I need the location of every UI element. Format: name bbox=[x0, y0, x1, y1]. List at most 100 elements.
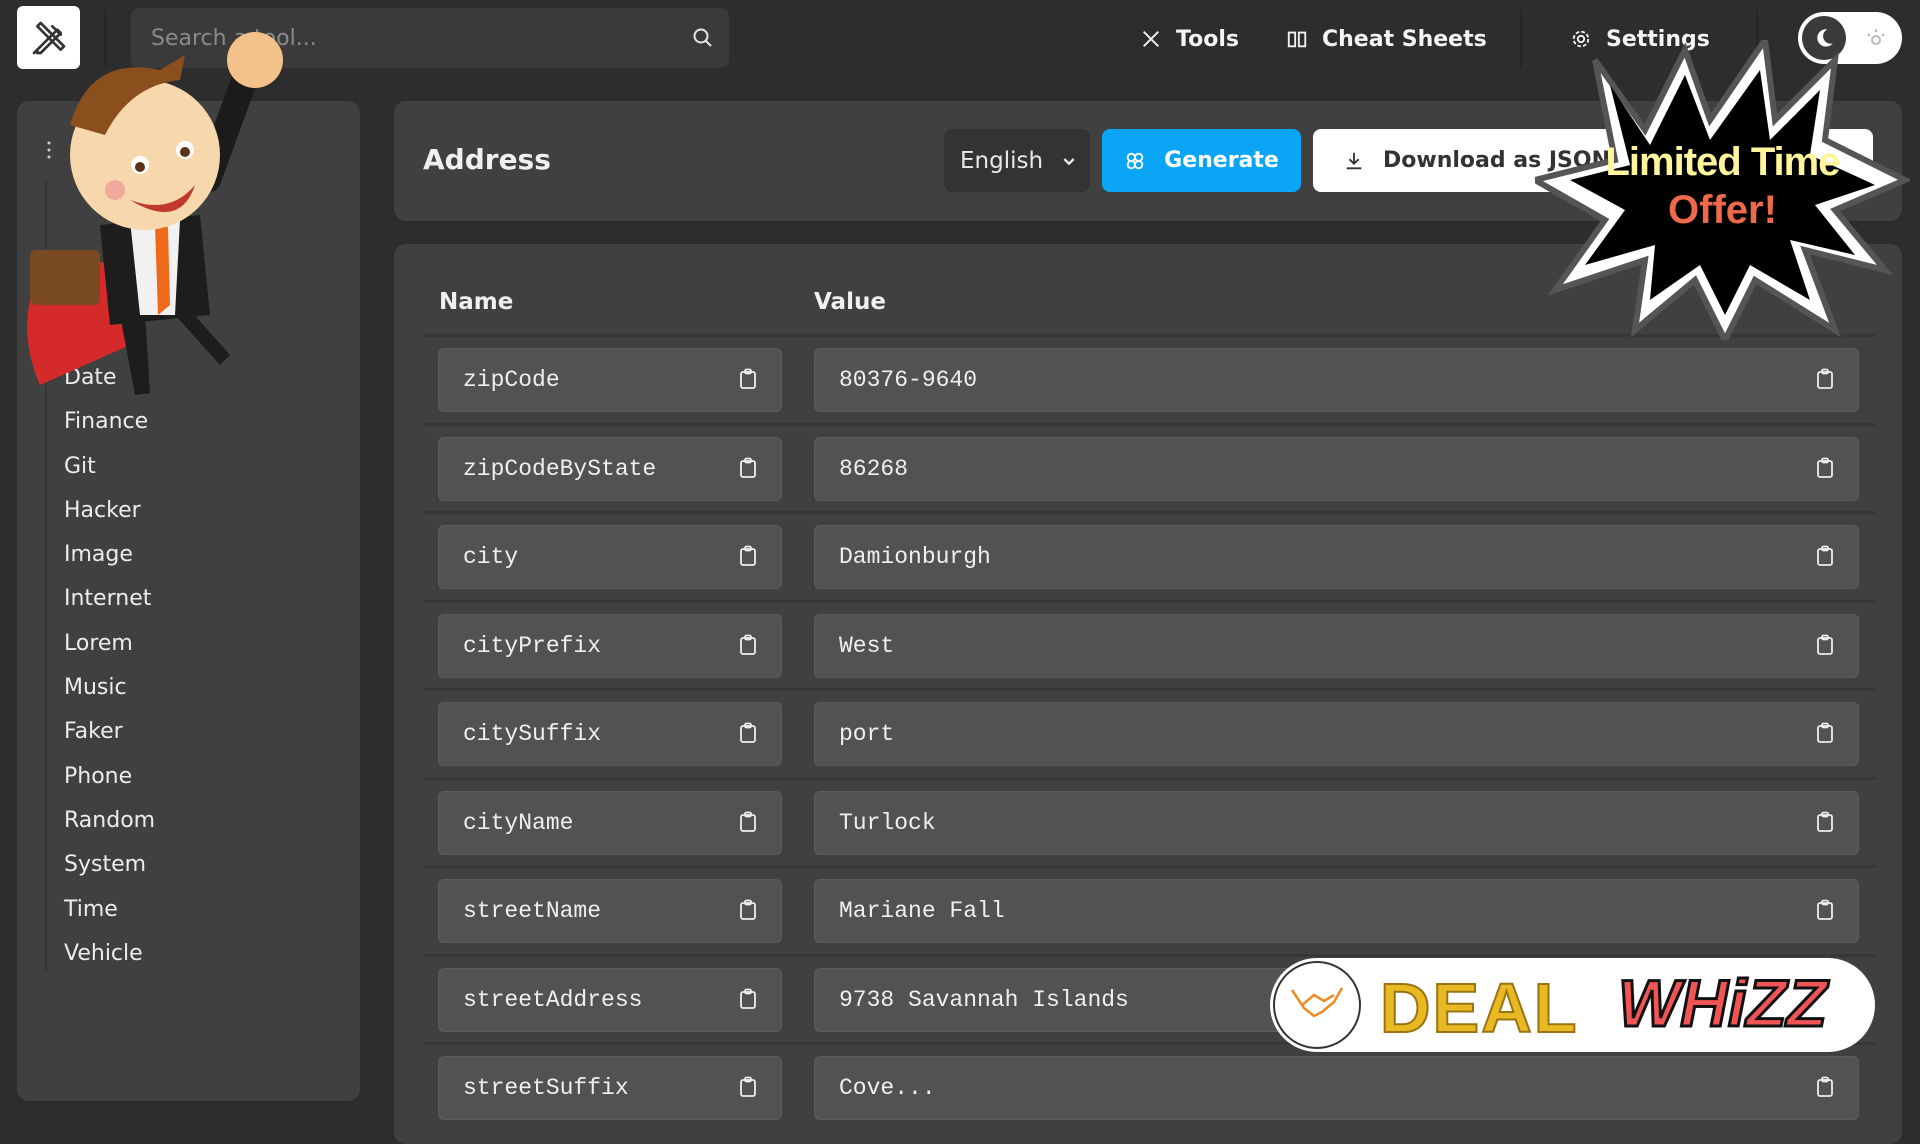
clipboard-icon bbox=[739, 545, 757, 574]
language-selected: English bbox=[960, 147, 1044, 174]
clipboard-icon bbox=[739, 811, 757, 840]
sidebar-item-time[interactable]: Time bbox=[64, 888, 155, 932]
sidebar-item-random[interactable]: Random bbox=[64, 799, 155, 843]
ad-superhero-mascot[interactable] bbox=[10, 15, 310, 415]
row-name-field[interactable]: citySuffix bbox=[438, 702, 782, 766]
generate-label: Generate bbox=[1164, 148, 1279, 173]
sidebar-item-faker[interactable]: Faker bbox=[64, 710, 155, 754]
row-name: citySuffix bbox=[463, 721, 602, 747]
ad-limited-time-offer[interactable]: Limited Time Offer! bbox=[1527, 31, 1913, 347]
copy-name-button[interactable] bbox=[739, 899, 757, 928]
sidebar-item-system[interactable]: System bbox=[64, 843, 155, 887]
ad-burst-line2: Offer! bbox=[1668, 188, 1777, 232]
copy-name-button[interactable] bbox=[739, 1076, 757, 1105]
clipboard-icon bbox=[739, 1076, 757, 1105]
clipboard-icon bbox=[739, 722, 757, 751]
copy-value-button[interactable] bbox=[1816, 368, 1834, 397]
language-select[interactable]: English bbox=[944, 129, 1090, 192]
row-value-field[interactable]: port bbox=[814, 702, 1859, 766]
row-value-field[interactable]: Mariane Fall bbox=[814, 879, 1859, 943]
ad-deal-word: DEAL bbox=[1379, 968, 1579, 1048]
row-name: cityName bbox=[463, 809, 574, 836]
row-value: 80376-9640 bbox=[839, 367, 978, 393]
row-name: city bbox=[463, 544, 519, 570]
row-name: cityPrefix bbox=[463, 632, 602, 659]
ad-burst-line1: Limited Time bbox=[1605, 140, 1841, 184]
row-value: Turlock bbox=[839, 809, 936, 836]
sidebar-item-git[interactable]: Git bbox=[64, 445, 155, 489]
copy-value-button[interactable] bbox=[1816, 722, 1834, 751]
copy-name-button[interactable] bbox=[739, 368, 757, 397]
nav-cheat-sheets-label: Cheat Sheets bbox=[1322, 26, 1487, 52]
clipboard-icon bbox=[1816, 722, 1834, 751]
search-icon[interactable] bbox=[691, 26, 715, 50]
clipboard-icon bbox=[1816, 368, 1834, 397]
divider bbox=[1520, 10, 1522, 68]
clipboard-icon bbox=[1816, 545, 1834, 574]
copy-value-button[interactable] bbox=[1816, 899, 1834, 928]
row-value-field[interactable]: 86268 bbox=[814, 436, 1859, 501]
row-value-field[interactable]: Damionburgh bbox=[814, 525, 1859, 589]
row-value-field[interactable]: 80376-9640 bbox=[814, 348, 1859, 412]
clipboard-icon bbox=[1816, 1076, 1834, 1105]
sidebar-item-hacker[interactable]: Hacker bbox=[64, 489, 155, 533]
row-value-field[interactable]: Turlock bbox=[814, 790, 1859, 855]
ad-handshake-badge bbox=[1273, 961, 1361, 1049]
copy-name-button[interactable] bbox=[739, 634, 757, 663]
row-name-field[interactable]: zipCodeByState bbox=[438, 436, 782, 501]
sidebar-item-phone[interactable]: Phone bbox=[64, 755, 155, 799]
generate-button[interactable]: Generate bbox=[1102, 129, 1301, 192]
handshake-icon bbox=[1290, 987, 1344, 1018]
clipboard-icon bbox=[739, 634, 757, 663]
row-value: 9738 Savannah Islands bbox=[839, 986, 1129, 1013]
row-value: port bbox=[839, 721, 895, 747]
ad-whizz-word: WHiZZ bbox=[1617, 965, 1829, 1042]
copy-value-button[interactable] bbox=[1816, 457, 1834, 486]
table-row: city Damionburgh bbox=[424, 511, 1876, 600]
nav-cheat-sheets[interactable]: Cheat Sheets bbox=[1286, 20, 1487, 58]
row-value: Damionburgh bbox=[839, 544, 991, 570]
row-name-field[interactable]: streetSuffix bbox=[438, 1056, 782, 1120]
copy-name-button[interactable] bbox=[739, 545, 757, 574]
copy-value-button[interactable] bbox=[1816, 634, 1834, 663]
row-value: West bbox=[839, 632, 895, 659]
row-name: streetAddress bbox=[463, 986, 643, 1013]
copy-name-button[interactable] bbox=[739, 988, 757, 1017]
sidebar-item-internet[interactable]: Internet bbox=[64, 577, 155, 621]
copy-value-button[interactable] bbox=[1816, 545, 1834, 574]
row-name-field[interactable]: city bbox=[438, 525, 782, 589]
table-row: citySuffix port bbox=[424, 688, 1876, 777]
row-name-field[interactable]: cityName bbox=[438, 790, 782, 855]
sidebar-item-image[interactable]: Image bbox=[64, 533, 155, 577]
row-name-field[interactable]: streetAddress bbox=[438, 967, 782, 1032]
ad-deal-whizz-banner[interactable]: DEAL WHiZZ bbox=[1270, 935, 1875, 1070]
clipboard-icon bbox=[1816, 457, 1834, 486]
clipboard-icon bbox=[1816, 899, 1834, 928]
copy-name-button[interactable] bbox=[739, 722, 757, 751]
clipboard-icon bbox=[739, 457, 757, 486]
sidebar-item-lorem[interactable]: Lorem bbox=[64, 622, 155, 666]
copy-name-button[interactable] bbox=[739, 457, 757, 486]
nav-tools[interactable]: Tools bbox=[1140, 20, 1239, 58]
nav-tools-label: Tools bbox=[1176, 26, 1239, 52]
sidebar-item-vehicle[interactable]: Vehicle bbox=[64, 932, 155, 976]
row-name: streetName bbox=[463, 898, 602, 924]
book-icon bbox=[1287, 31, 1307, 48]
copy-name-button[interactable] bbox=[739, 811, 757, 840]
sidebar-item-music[interactable]: Music bbox=[64, 666, 155, 710]
row-name-field[interactable]: cityPrefix bbox=[438, 613, 782, 678]
copy-value-button[interactable] bbox=[1816, 811, 1834, 840]
clipboard-icon bbox=[1816, 634, 1834, 663]
clipboard-icon bbox=[739, 988, 757, 1017]
row-name-field[interactable]: zipCode bbox=[438, 348, 782, 412]
page-title: Address bbox=[423, 143, 551, 176]
row-name-field[interactable]: streetName bbox=[438, 879, 782, 943]
row-name: zipCodeByState bbox=[463, 455, 657, 482]
row-value-field[interactable]: West bbox=[814, 613, 1859, 678]
copy-value-button[interactable] bbox=[1816, 1076, 1834, 1105]
row-name: streetSuffix bbox=[463, 1075, 629, 1101]
tools-icon bbox=[1143, 31, 1159, 47]
chevron-down-icon bbox=[1063, 157, 1075, 165]
clipboard-icon bbox=[739, 899, 757, 928]
table-row: zipCode 80376-9640 bbox=[424, 334, 1876, 423]
